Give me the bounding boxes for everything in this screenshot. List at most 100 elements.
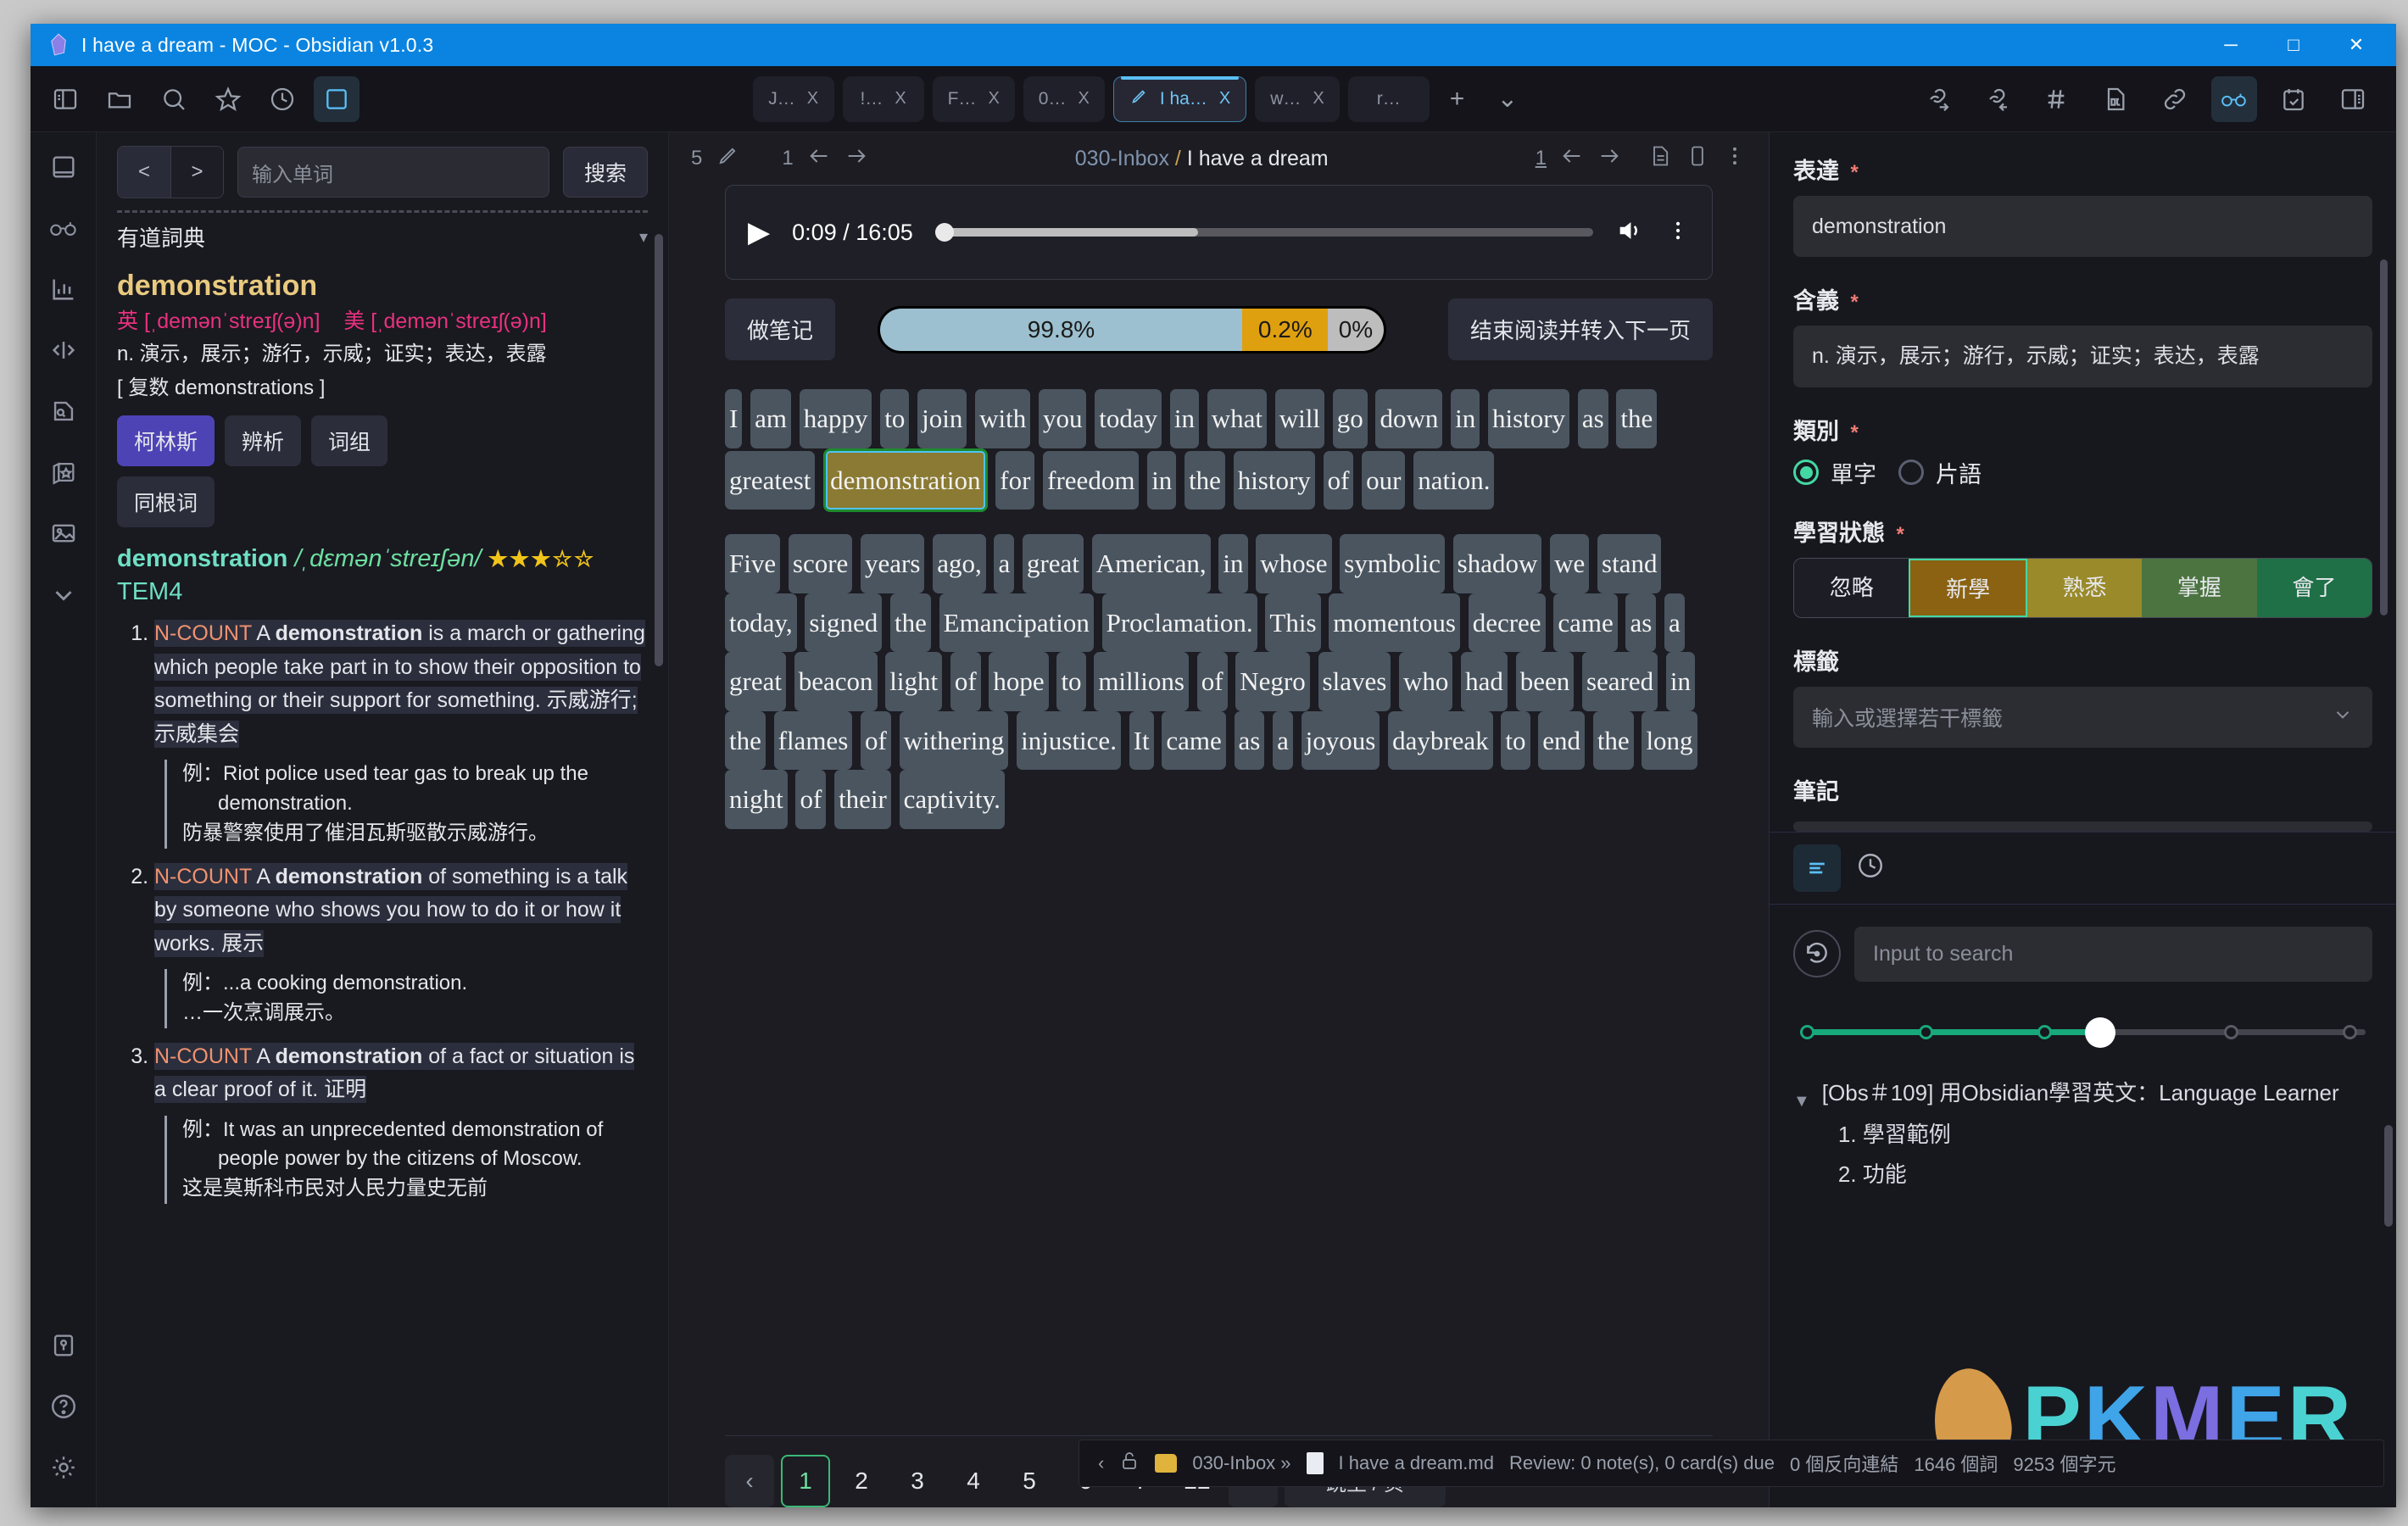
page-button-current[interactable]: 1 xyxy=(781,1455,830,1507)
maximize-button[interactable]: □ xyxy=(2262,24,2325,66)
bar-chart-icon[interactable] xyxy=(42,268,85,310)
word-chip[interactable]: signed xyxy=(805,593,883,653)
tab-close-icon[interactable]: X xyxy=(1219,89,1230,109)
word-chip[interactable]: as xyxy=(1625,593,1657,653)
folder-icon[interactable] xyxy=(97,76,142,122)
image-icon[interactable] xyxy=(42,512,85,554)
status-option-known[interactable]: 會了 xyxy=(2256,558,2372,617)
dictionary-prev-button[interactable]: < xyxy=(118,147,170,198)
take-note-button[interactable]: 做笔记 xyxy=(725,298,836,360)
word-chip-selected[interactable]: demonstration xyxy=(823,448,988,513)
player-progress-bar[interactable] xyxy=(934,223,1593,242)
link-icon[interactable] xyxy=(2152,76,2198,122)
volume-icon[interactable] xyxy=(1615,216,1644,249)
tab-item[interactable]: J… X xyxy=(752,75,834,122)
word-chip[interactable]: history xyxy=(1487,389,1570,448)
word-chip[interactable]: in xyxy=(1665,652,1696,711)
word-chip[interactable]: freedom xyxy=(1043,450,1140,510)
slider-tick[interactable] xyxy=(1800,1024,1814,1039)
list-view-icon[interactable] xyxy=(1793,844,1841,892)
slider-knob[interactable] xyxy=(2084,1016,2115,1048)
word-chip[interactable]: night xyxy=(725,770,788,829)
dictionary-word-input[interactable]: 输入单词 xyxy=(237,147,549,198)
calendar-check-icon[interactable] xyxy=(2271,76,2316,122)
word-chip[interactable]: what xyxy=(1207,389,1267,448)
word-chip[interactable]: history xyxy=(1233,450,1315,510)
close-button[interactable]: ✕ xyxy=(2325,24,2388,66)
outline-item[interactable]: 功能 xyxy=(1863,1158,2339,1191)
word-chip[interactable]: of xyxy=(1323,450,1354,510)
toggle-sidebar-icon[interactable] xyxy=(42,76,88,122)
chip-cognates[interactable]: 同根词 xyxy=(117,476,215,527)
player-more-icon[interactable] xyxy=(1666,219,1690,247)
word-chip[interactable]: a xyxy=(1273,710,1293,771)
word-chip[interactable]: to xyxy=(880,389,910,448)
tab-item[interactable]: F… X xyxy=(932,75,1015,122)
status-option-ignore[interactable]: 忽略 xyxy=(1794,558,1909,617)
word-chip[interactable]: decree xyxy=(1468,593,1546,653)
word-chip[interactable]: down xyxy=(1375,389,1443,448)
page-button[interactable]: 5 xyxy=(1005,1455,1054,1507)
meaning-input[interactable]: n. 演示，展示；游行，示威；证实；表达，表露 xyxy=(1793,326,2372,387)
word-chip[interactable]: of xyxy=(861,710,891,771)
word-chip[interactable]: for xyxy=(995,450,1035,510)
book-icon[interactable] xyxy=(42,146,85,188)
word-chip[interactable]: long xyxy=(1642,710,1697,771)
word-chip[interactable]: Emancipation xyxy=(939,593,1094,653)
new-tab-button[interactable]: + xyxy=(1438,85,1477,114)
dictionary-next-button[interactable]: > xyxy=(170,147,223,198)
star-icon[interactable] xyxy=(205,76,251,122)
link-in-icon[interactable] xyxy=(1974,76,2020,122)
word-chip[interactable]: hope xyxy=(989,652,1049,711)
tab-item[interactable]: !… X xyxy=(842,75,924,122)
slider-tick[interactable] xyxy=(1919,1024,1934,1039)
page-button[interactable]: 2 xyxy=(837,1455,886,1507)
word-chip[interactable]: momentous xyxy=(1329,593,1460,653)
radio-phrase[interactable]: 片語 xyxy=(1898,456,1982,489)
word-chip[interactable]: the xyxy=(1616,389,1658,448)
word-chip[interactable]: beacon xyxy=(794,652,878,711)
status-back-icon[interactable]: ‹ xyxy=(1098,1452,1104,1474)
word-chip[interactable]: joyous xyxy=(1301,710,1380,771)
play-button[interactable]: ▶ xyxy=(748,215,770,249)
tags-select[interactable]: 輸入或選擇若干標籤 xyxy=(1793,686,2372,748)
word-chip[interactable]: injustice. xyxy=(1017,710,1121,771)
reader-icon[interactable] xyxy=(314,75,360,122)
word-chip[interactable]: who xyxy=(1399,652,1453,711)
word-chip[interactable]: am xyxy=(750,389,791,448)
word-chip[interactable]: withering xyxy=(899,710,1009,771)
word-chip[interactable]: to xyxy=(1501,710,1530,771)
code-icon[interactable] xyxy=(42,329,85,371)
back-arrow-icon[interactable] xyxy=(807,144,831,174)
word-chip[interactable]: great xyxy=(1022,534,1084,593)
word-chip[interactable]: the xyxy=(725,710,766,771)
word-chip[interactable]: their xyxy=(834,770,891,829)
chip-phrases[interactable]: 词组 xyxy=(311,415,388,466)
word-chip[interactable]: Proclamation. xyxy=(1101,593,1257,653)
word-chip[interactable]: came xyxy=(1553,593,1618,653)
tab-item-active[interactable]: I ha… X xyxy=(1112,75,1247,122)
search-icon[interactable] xyxy=(151,76,197,122)
slider-tick[interactable] xyxy=(2343,1024,2358,1039)
help-icon[interactable] xyxy=(42,1385,85,1428)
word-chip[interactable]: a xyxy=(994,534,1015,593)
page-prev-button[interactable]: ‹ xyxy=(725,1455,774,1507)
word-chip[interactable]: daybreak xyxy=(1388,710,1493,771)
file-search-icon[interactable] xyxy=(42,390,85,432)
word-chip[interactable]: great xyxy=(725,652,786,711)
word-chip[interactable]: we xyxy=(1550,534,1590,593)
status-folder-path[interactable]: 030-Inbox » xyxy=(1192,1452,1290,1474)
word-chip[interactable]: will xyxy=(1274,389,1324,448)
word-chip[interactable]: a xyxy=(1664,593,1685,653)
word-chip[interactable]: been xyxy=(1515,652,1575,711)
word-chip[interactable]: symbolic xyxy=(1340,534,1445,593)
word-chip[interactable]: captivity. xyxy=(899,770,1005,829)
word-chip[interactable]: ago, xyxy=(933,534,986,593)
audio-player[interactable]: ▶ 0:09 / 16:05 xyxy=(725,185,1713,280)
word-chip[interactable]: score xyxy=(788,534,853,593)
word-chip[interactable]: years xyxy=(861,534,925,593)
word-chip[interactable]: greatest xyxy=(725,450,816,510)
reset-icon[interactable] xyxy=(1793,930,1841,977)
word-chip[interactable]: as xyxy=(1577,389,1608,448)
right-sidebar-icon[interactable] xyxy=(2330,76,2376,122)
